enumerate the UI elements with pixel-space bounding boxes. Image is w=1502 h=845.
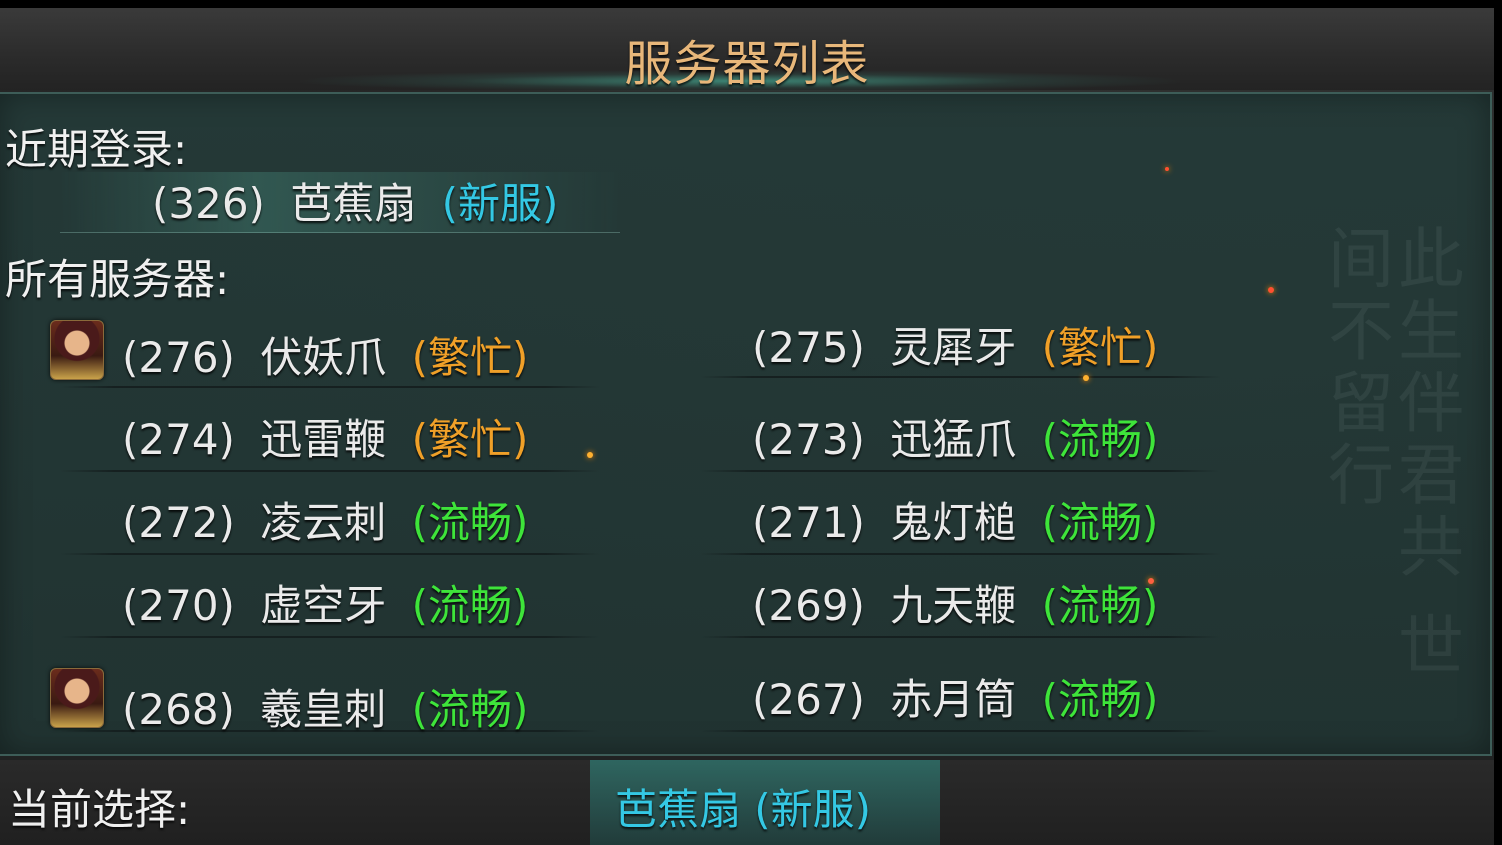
server-id: (269) xyxy=(752,581,865,630)
server-name: 虚空牙 xyxy=(260,581,387,630)
ember-particle xyxy=(1165,167,1169,171)
right-border xyxy=(1494,0,1502,845)
server-name: 鬼灯槌 xyxy=(890,498,1017,547)
server-id: (271) xyxy=(752,498,865,547)
server-status: (新服) xyxy=(441,179,559,228)
row-divider xyxy=(60,636,600,638)
character-avatar-icon xyxy=(50,668,104,728)
server-entry[interactable]: (270) 虚空牙 (流畅) xyxy=(122,572,528,633)
server-entry[interactable]: (272) 凌云刺 (流畅) xyxy=(122,489,528,550)
row-divider xyxy=(700,470,1220,472)
server-entry[interactable]: (269) 九天鞭 (流畅) xyxy=(752,572,1158,633)
server-name: 凌云刺 xyxy=(260,498,387,547)
row-divider xyxy=(700,636,1220,638)
server-status: (流畅) xyxy=(1041,498,1159,547)
server-status: (流畅) xyxy=(411,581,529,630)
server-entry[interactable]: (267) 赤月筒 (流畅) xyxy=(752,666,1158,727)
server-entry[interactable]: (268) 羲皇刺 (流畅) xyxy=(122,676,528,737)
server-name: 迅雷鞭 xyxy=(260,415,387,464)
server-status: (繁忙) xyxy=(411,415,529,464)
server-id: (270) xyxy=(122,581,235,630)
server-status: (流畅) xyxy=(1041,675,1159,724)
recent-server[interactable]: (326) 芭蕉扇 (新服) xyxy=(152,170,558,231)
server-name: 赤月筒 xyxy=(890,675,1017,724)
server-name: 伏妖爪 xyxy=(260,333,387,382)
server-name: 灵犀牙 xyxy=(890,323,1017,372)
row-divider xyxy=(700,376,1220,378)
server-name: 迅猛爪 xyxy=(890,415,1017,464)
server-id: (273) xyxy=(752,415,865,464)
server-status: (流畅) xyxy=(411,498,529,547)
server-id: (274) xyxy=(122,415,235,464)
character-avatar-icon xyxy=(50,320,104,380)
ember-particle xyxy=(1268,287,1274,293)
server-name: 羲皇刺 xyxy=(260,685,387,734)
ember-particle xyxy=(1083,375,1089,381)
row-divider xyxy=(60,553,600,555)
background-calligraphy: 此生伴君共 世间不留行 xyxy=(1317,224,1464,683)
server-entry[interactable]: (271) 鬼灯槌 (流畅) xyxy=(752,489,1158,550)
server-status: (流畅) xyxy=(411,685,529,734)
server-status: (繁忙) xyxy=(411,333,529,382)
recent-login-label: 近期登录: xyxy=(5,125,188,174)
ember-particle xyxy=(1148,578,1154,584)
server-entry[interactable]: (275) 灵犀牙 (繁忙) xyxy=(752,314,1158,375)
server-id: (272) xyxy=(122,498,235,547)
server-status: (流畅) xyxy=(1041,581,1159,630)
server-entry[interactable]: (274) 迅雷鞭 (繁忙) xyxy=(122,406,528,467)
row-divider xyxy=(60,470,600,472)
row-divider xyxy=(700,730,1220,732)
server-id: (326) xyxy=(152,179,265,228)
server-entry[interactable]: (273) 迅猛爪 (流畅) xyxy=(752,406,1158,467)
server-id: (275) xyxy=(752,323,865,372)
server-entry[interactable]: (276) 伏妖爪 (繁忙) xyxy=(122,324,528,385)
top-border xyxy=(0,0,1502,8)
server-id: (267) xyxy=(752,675,865,724)
server-list-screen: 服务器列表 此生伴君共 世间不留行 近期登录: (326) 芭蕉扇 (新服) 所… xyxy=(0,0,1502,845)
server-name: 九天鞭 xyxy=(890,581,1017,630)
row-divider xyxy=(60,386,600,388)
row-divider xyxy=(700,553,1220,555)
ember-particle xyxy=(587,452,593,458)
server-id: (268) xyxy=(122,685,235,734)
server-status: (繁忙) xyxy=(1041,323,1159,372)
page-title: 服务器列表 xyxy=(624,36,870,92)
current-selection-label: 当前选择: xyxy=(8,785,191,834)
current-selection-value[interactable]: 芭蕉扇 (新服) xyxy=(590,776,896,837)
server-id: (276) xyxy=(122,333,235,382)
server-name: 芭蕉扇 xyxy=(290,179,417,228)
all-servers-label: 所有服务器: xyxy=(5,255,230,304)
server-status: (流畅) xyxy=(1041,415,1159,464)
